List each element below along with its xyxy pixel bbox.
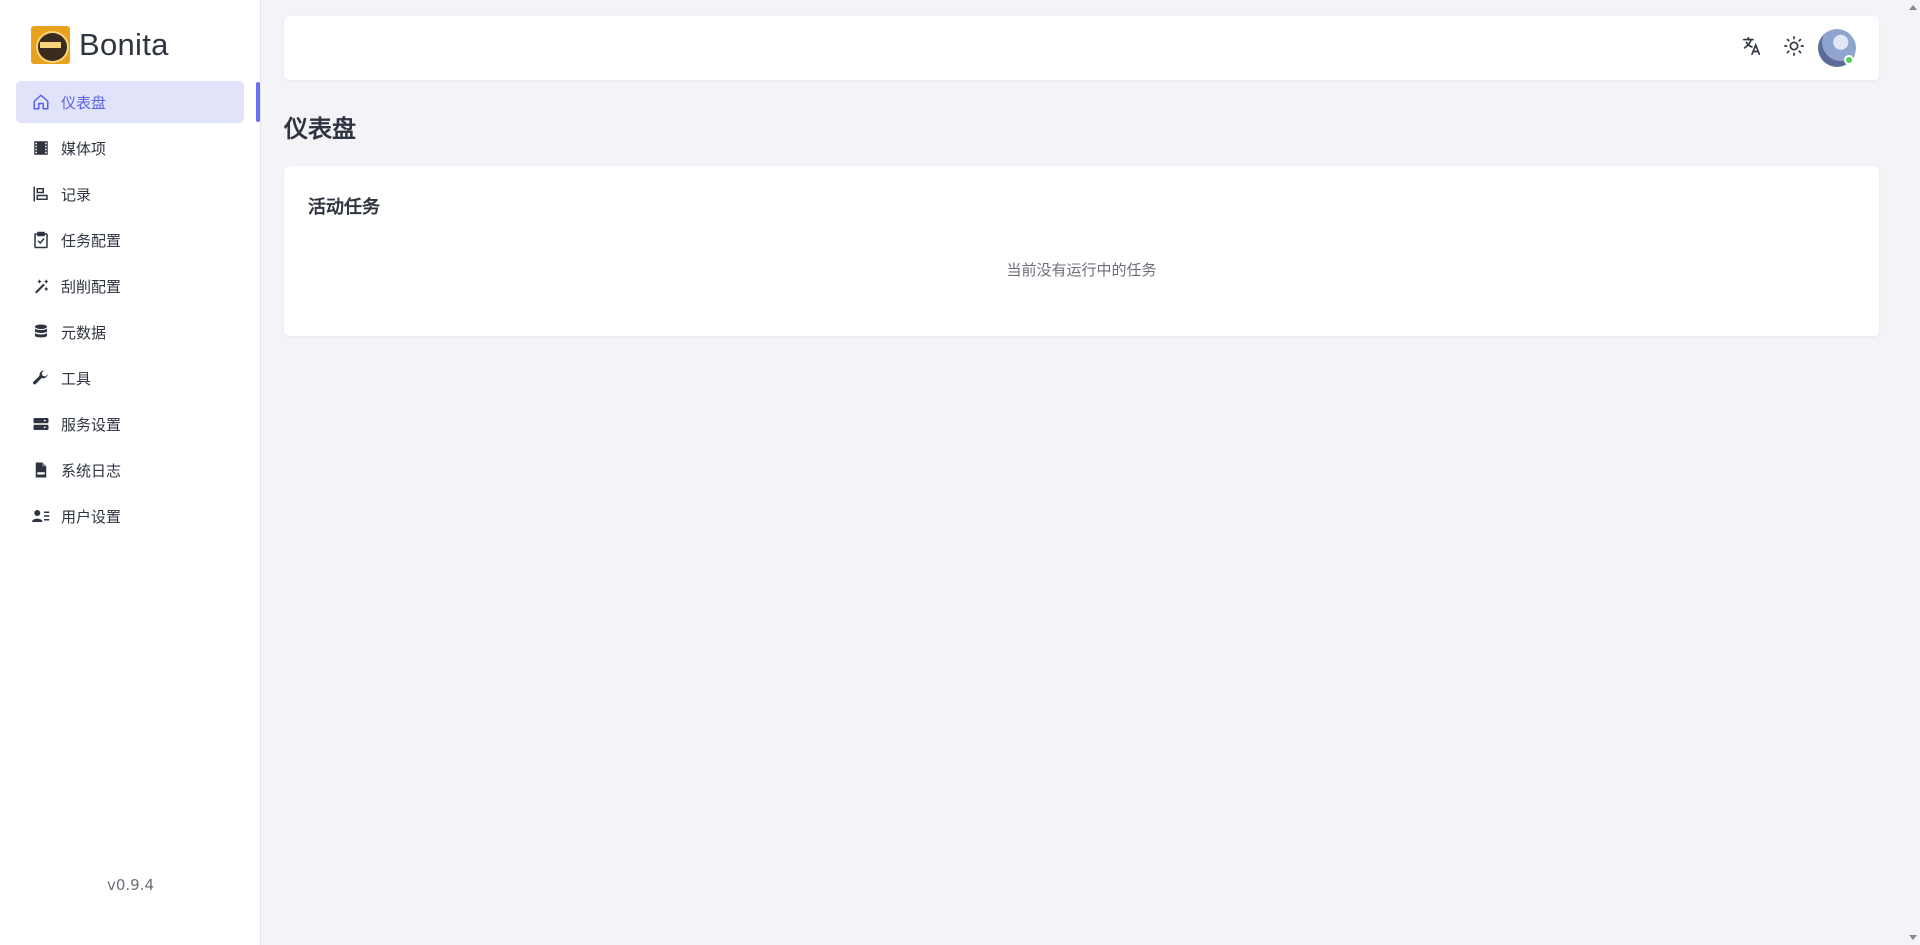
sidebar-item-user-settings[interactable]: 用户设置 <box>16 495 244 537</box>
server-icon <box>32 415 50 433</box>
sidebar: Bonita 仪表盘 媒体项 记录 任务配置 刮削配置 元数据 工具 服务设置 … <box>0 0 261 945</box>
active-tasks-card: 活动任务 当前没有运行中的任务 <box>284 166 1879 336</box>
align-left-chart-icon <box>32 185 50 203</box>
sidebar-item-dashboard[interactable]: 仪表盘 <box>16 81 244 123</box>
sidebar-item-label: 记录 <box>61 185 92 204</box>
page-title: 仪表盘 <box>284 115 356 143</box>
sidebar-item-media[interactable]: 媒体项 <box>16 127 244 169</box>
sidebar-item-task-config[interactable]: 任务配置 <box>16 219 244 261</box>
online-status-dot <box>1844 55 1854 65</box>
app-logo <box>31 26 70 64</box>
sidebar-item-label: 工具 <box>61 369 92 388</box>
page-scrollbar[interactable] <box>1905 0 1920 945</box>
sun-icon <box>1783 35 1805 61</box>
theme-toggle-button[interactable] <box>1782 36 1806 60</box>
language-button[interactable] <box>1740 36 1764 60</box>
card-title: 活动任务 <box>308 197 380 218</box>
sidebar-item-scrape-config[interactable]: 刮削配置 <box>16 265 244 307</box>
clipboard-check-icon <box>32 231 50 249</box>
wrench-icon <box>32 369 50 387</box>
sidebar-item-service-settings[interactable]: 服务设置 <box>16 403 244 445</box>
sidebar-item-system-log[interactable]: 系统日志 <box>16 449 244 491</box>
sidebar-item-label: 任务配置 <box>61 231 122 250</box>
sidebar-item-label: 刮削配置 <box>61 277 122 296</box>
database-icon <box>32 323 50 341</box>
sidebar-item-label: 仪表盘 <box>61 93 107 112</box>
scroll-down-arrow-icon[interactable] <box>1909 935 1917 940</box>
app-name: Bonita <box>79 27 169 62</box>
sidebar-item-label: 系统日志 <box>61 461 122 480</box>
sidebar-item-label: 媒体项 <box>61 139 107 158</box>
sidebar-item-label: 用户设置 <box>61 507 122 526</box>
user-list-icon <box>32 507 50 525</box>
document-icon <box>32 461 50 479</box>
app-version: v0.9.4 <box>106 876 155 894</box>
empty-state-text: 当前没有运行中的任务 <box>1006 261 1157 279</box>
sidebar-nav: 仪表盘 媒体项 记录 任务配置 刮削配置 元数据 工具 服务设置 系统日志 用户… <box>16 81 244 541</box>
home-icon <box>32 93 50 111</box>
sidebar-item-tools[interactable]: 工具 <box>16 357 244 399</box>
sidebar-item-records[interactable]: 记录 <box>16 173 244 215</box>
film-icon <box>32 139 50 157</box>
top-bar <box>284 16 1879 80</box>
sidebar-item-label: 元数据 <box>61 323 107 342</box>
brand[interactable]: Bonita <box>31 26 169 64</box>
magic-wand-icon <box>32 277 50 295</box>
translate-icon <box>1741 35 1763 61</box>
sidebar-item-metadata[interactable]: 元数据 <box>16 311 244 353</box>
active-indicator <box>256 82 260 122</box>
sidebar-item-label: 服务设置 <box>61 415 122 434</box>
scroll-up-arrow-icon[interactable] <box>1909 5 1917 10</box>
